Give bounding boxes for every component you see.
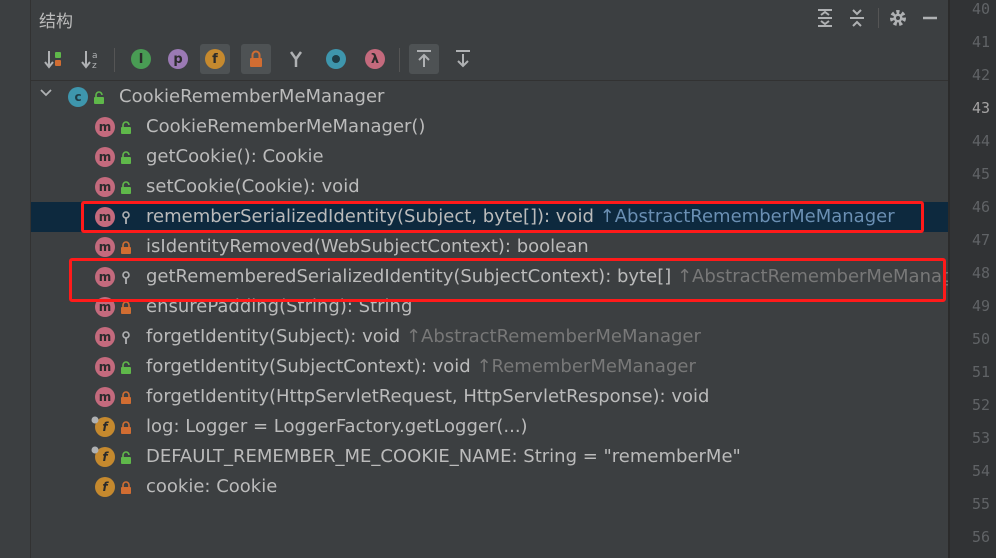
- expand-all-icon[interactable]: [812, 6, 838, 30]
- method-icon: m: [95, 177, 115, 197]
- minimize-icon[interactable]: [917, 6, 943, 30]
- tree-item[interactable]: m forgetIdentity(Subject): void ↑Abstrac…: [31, 322, 949, 352]
- collapse-all-icon[interactable]: [844, 6, 870, 30]
- scroll-to-source-icon[interactable]: [409, 44, 439, 74]
- private-visibility-icon: [121, 301, 131, 314]
- field-icon: f: [95, 477, 115, 497]
- method-icon: m: [95, 237, 115, 257]
- method-icon: m: [95, 117, 115, 137]
- scroll-from-source-icon[interactable]: [448, 44, 478, 74]
- class-icon: c: [68, 87, 88, 107]
- tree-item[interactable]: f log: Logger = LoggerFactory.getLogger(…: [31, 412, 949, 442]
- line-number: 42: [971, 66, 990, 84]
- gear-icon[interactable]: [885, 6, 911, 30]
- tree-item[interactable]: m getCookie(): Cookie: [31, 142, 949, 172]
- method-icon: m: [95, 327, 115, 347]
- tree-item-label: CookieRememberMeManager(): [146, 116, 426, 137]
- public-visibility-icon: [121, 361, 131, 374]
- tree-item-label: log: Logger = LoggerFactory.getLogger(..…: [146, 416, 528, 437]
- tree-item-label: forgetIdentity(HttpServletRequest, HttpS…: [146, 386, 710, 407]
- line-number: 54: [971, 462, 990, 480]
- tree-root-label: CookieRememberMeManager: [119, 86, 385, 107]
- structure-toolbar: az I p f λ: [31, 40, 949, 81]
- tree-item-label: DEFAULT_REMEMBER_ME_COOKIE_NAME: String …: [146, 446, 741, 467]
- final-marker-icon: [91, 446, 99, 454]
- header-actions: [806, 6, 943, 30]
- editor-line-gutter: 40 41 42 43 44 45 46 47 48 49 50 51 52 5…: [950, 0, 996, 558]
- tree-root-node[interactable]: c CookieRememberMeManager: [31, 82, 949, 112]
- line-number: 53: [971, 429, 990, 447]
- highlight-box: [69, 258, 946, 302]
- private-visibility-icon: [121, 421, 131, 434]
- fork-icon[interactable]: [281, 44, 311, 74]
- method-icon: m: [95, 147, 115, 167]
- tree-item-label: cookie: Cookie: [146, 476, 278, 497]
- header-divider: [878, 8, 879, 28]
- line-number: 47: [971, 231, 990, 249]
- line-number-current: 43: [971, 99, 990, 117]
- method-icon: m: [95, 387, 115, 407]
- tree-item[interactable]: m forgetIdentity(HttpServletRequest, Htt…: [31, 382, 949, 412]
- line-number: 51: [971, 363, 990, 381]
- tree-item[interactable]: f cookie: Cookie: [31, 472, 949, 502]
- field-icon[interactable]: f: [200, 44, 230, 74]
- protected-visibility-icon: [122, 331, 130, 344]
- property-icon[interactable]: p: [163, 44, 193, 74]
- line-number: 48: [971, 264, 990, 282]
- highlight-box: [81, 201, 924, 233]
- chevron-down-icon[interactable]: [40, 87, 52, 103]
- method-icon: m: [95, 357, 115, 377]
- lambda-icon[interactable]: λ: [360, 44, 390, 74]
- sort-alpha-icon[interactable]: az: [76, 44, 106, 74]
- panel-header: 结构: [31, 0, 949, 36]
- tree-item-label: forgetIdentity(Subject): void ↑AbstractR…: [146, 326, 701, 347]
- private-visibility-icon: [121, 241, 131, 254]
- sort-visibility-icon[interactable]: [39, 44, 69, 74]
- anonymous-icon[interactable]: [321, 44, 351, 74]
- left-tool-strip: [0, 0, 31, 558]
- public-visibility-icon: [121, 121, 131, 134]
- lock-icon[interactable]: [241, 44, 271, 74]
- tree-item[interactable]: m forgetIdentity(SubjectContext): void ↑…: [31, 352, 949, 382]
- final-marker-icon: [91, 416, 99, 424]
- line-number: 52: [971, 396, 990, 414]
- tree-item[interactable]: m setCookie(Cookie): void: [31, 172, 949, 202]
- private-visibility-icon: [121, 481, 131, 494]
- panel-title: 结构: [39, 12, 73, 32]
- svg-text:a: a: [92, 51, 98, 61]
- line-number: 46: [971, 198, 990, 216]
- tree-item-label: forgetIdentity(SubjectContext): void ↑Re…: [146, 356, 696, 377]
- toolbar-divider: [114, 48, 115, 72]
- structure-panel: 结构 az I p f λ c CookieRememberMeManager …: [31, 0, 972, 558]
- inherited-icon[interactable]: I: [126, 44, 156, 74]
- line-number: 55: [971, 495, 990, 513]
- line-number: 49: [971, 297, 990, 315]
- line-number: 56: [971, 528, 990, 546]
- tree-item-label: isIdentityRemoved(WebSubjectContext): bo…: [146, 236, 589, 257]
- line-number: 45: [971, 165, 990, 183]
- tree-item-label: setCookie(Cookie): void: [146, 176, 360, 197]
- line-number: 41: [971, 33, 990, 51]
- structure-tool-window: 结构 az I p f λ c CookieRememberMeManager …: [0, 0, 996, 558]
- public-visibility-icon: [94, 91, 104, 104]
- public-visibility-icon: [121, 151, 131, 164]
- tree-item-label: getCookie(): Cookie: [146, 146, 324, 167]
- tree-item[interactable]: f DEFAULT_REMEMBER_ME_COOKIE_NAME: Strin…: [31, 442, 949, 472]
- line-number: 40: [971, 0, 990, 18]
- public-visibility-icon: [121, 451, 131, 464]
- line-number: 44: [971, 132, 990, 150]
- svg-text:z: z: [92, 61, 97, 70]
- tree-item[interactable]: m CookieRememberMeManager(): [31, 112, 949, 142]
- line-number: 50: [971, 330, 990, 348]
- private-visibility-icon: [121, 391, 131, 404]
- public-visibility-icon: [121, 181, 131, 194]
- toolbar-divider: [399, 48, 400, 72]
